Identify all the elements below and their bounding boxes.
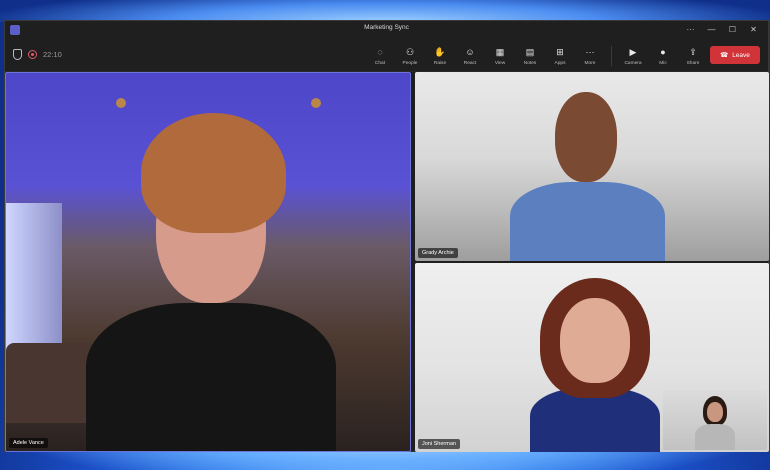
view-icon: ▦ [495, 46, 505, 57]
window-title: Marketing Sync [364, 24, 409, 31]
people-label: People [402, 60, 418, 66]
view-label: View [494, 60, 506, 66]
more-window-options-button[interactable]: ··· [680, 23, 701, 37]
notes-icon: ▤ [525, 46, 535, 57]
avatar-body [695, 424, 735, 450]
more-button[interactable]: ··· More [575, 41, 605, 71]
raise-hand-icon: ✋ [434, 46, 446, 57]
camera-label: Camera [624, 60, 642, 66]
avatar-body [510, 182, 665, 261]
participant-tile-2[interactable]: Grady Archie [415, 72, 769, 261]
chat-label: Chat [374, 60, 386, 66]
participant-tile-3[interactable]: Joni Sherman [415, 263, 769, 452]
avatar-head [555, 92, 617, 182]
chat-icon: ◌ [377, 46, 383, 57]
mic-icon: ● [660, 46, 666, 57]
apps-label: Apps [554, 60, 566, 66]
chat-button[interactable]: ◌ Chat [365, 41, 395, 71]
raise-hand-button[interactable]: ✋ Raise [425, 41, 455, 71]
camera-icon: ▶ [629, 46, 637, 57]
self-view-tile[interactable] [663, 390, 767, 450]
apps-button[interactable]: ⊞ Apps [545, 41, 575, 71]
notes-button[interactable]: ▤ Notes [515, 41, 545, 71]
title-bar: Marketing Sync ··· — ☐ ✕ [5, 21, 768, 39]
avatar-head [560, 298, 630, 383]
react-icon: ☺ [465, 46, 475, 57]
more-label: More [584, 60, 596, 66]
ceiling-lamp [116, 98, 126, 108]
sofa [6, 343, 96, 423]
mic-label: Mic [659, 60, 667, 66]
participant-name: Adele Vance [9, 438, 48, 448]
participant-name: Joni Sherman [418, 439, 460, 449]
meeting-toolbar: 22:10 ◌ Chat ⚇ People ✋ Raise ☺ React ▦ … [5, 39, 768, 72]
close-button[interactable]: ✕ [743, 23, 764, 37]
view-button[interactable]: ▦ View [485, 41, 515, 71]
minimize-button[interactable]: — [701, 23, 722, 37]
share-button[interactable]: ⇪ Share [678, 41, 708, 71]
mic-button[interactable]: ● Mic [648, 41, 678, 71]
avatar-hair [141, 113, 286, 233]
meeting-controls: ◌ Chat ⚇ People ✋ Raise ☺ React ▦ View ▤… [365, 41, 708, 71]
participant-tile-main[interactable]: Adele Vance [5, 72, 411, 452]
apps-icon: ⊞ [556, 46, 564, 57]
shield-icon [13, 49, 22, 60]
react-label: React [463, 60, 477, 66]
share-icon: ⇪ [689, 46, 697, 57]
notes-label: Notes [523, 60, 537, 66]
ceiling-lamp [311, 98, 321, 108]
maximize-button[interactable]: ☐ [722, 23, 743, 37]
raise-label: Raise [433, 60, 447, 66]
participant-name: Grady Archie [418, 248, 458, 258]
react-button[interactable]: ☺ React [455, 41, 485, 71]
teams-meeting-window: Marketing Sync ··· — ☐ ✕ 22:10 ◌ Chat ⚇ … [4, 20, 769, 452]
people-button[interactable]: ⚇ People [395, 41, 425, 71]
window-controls: ··· — ☐ ✕ [680, 23, 764, 37]
leave-label: Leave [732, 51, 750, 59]
recording-icon [28, 50, 37, 59]
meeting-timer: 22:10 [43, 50, 62, 59]
phone-hangup-icon: ☎ [720, 52, 729, 59]
desktop-wallpaper-top [0, 0, 770, 22]
more-icon: ··· [585, 46, 595, 57]
share-label: Share [686, 60, 700, 66]
video-stage: Adele Vance Grady Archie Joni Sherman [5, 72, 770, 453]
toolbar-divider [611, 46, 612, 66]
camera-button[interactable]: ▶ Camera [618, 41, 648, 71]
meeting-status: 22:10 [13, 49, 62, 60]
room-window [6, 203, 62, 353]
avatar-body [86, 303, 336, 451]
leave-button[interactable]: ☎ Leave [710, 46, 760, 64]
people-icon: ⚇ [405, 46, 415, 57]
avatar-head [707, 402, 723, 422]
